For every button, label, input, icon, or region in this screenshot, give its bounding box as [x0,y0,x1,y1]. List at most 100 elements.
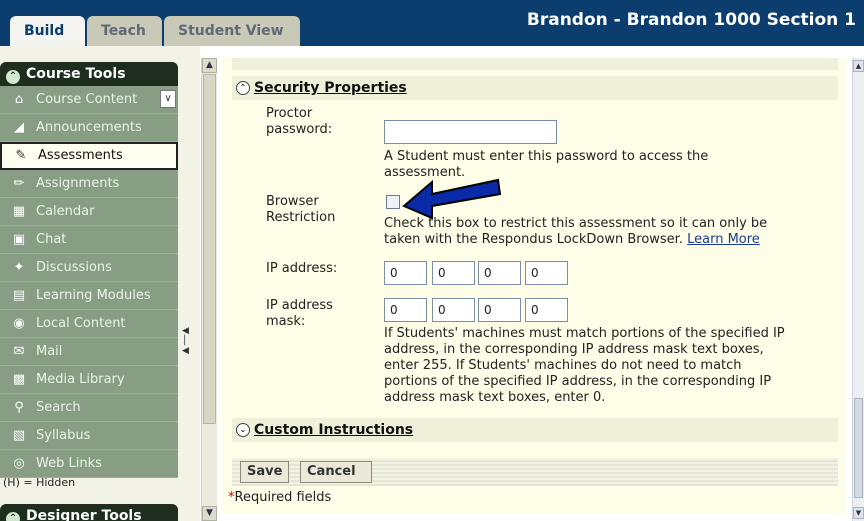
tab-build[interactable]: Build [10,16,85,46]
hidden-legend: (H) = Hidden [3,476,76,489]
course-title: Brandon - Brandon 1000 Section 1 [526,10,856,30]
mask-label-line-2: mask: [266,314,306,329]
sidebar-item-label: Discussions [36,260,112,275]
browser-restriction-checkbox[interactable] [386,195,400,209]
mask-label-line-1: IP address [266,298,333,313]
save-button[interactable]: Save [240,461,289,483]
sidebar-item-syllabus[interactable]: ▧ Syllabus [0,422,178,450]
scrollbar-thumb[interactable] [854,398,863,498]
sidebar-collapse-handle[interactable]: ◀ │ ◀ [182,326,194,376]
mask-desc-line: portions of the specified IP address, in… [384,374,772,389]
scrollbar-thumb[interactable] [203,74,216,424]
course-tools-header[interactable]: ⌃ Course Tools [0,62,178,86]
mask-octet-1-input[interactable]: 0 [384,298,427,322]
magnifier-icon: ⚲ [14,400,24,415]
sidebar-item-label: Calendar [36,204,95,219]
sidebar-item-calendar[interactable]: ▦ Calendar [0,198,178,226]
sidebar-item-assessments[interactable]: ✎ Assessments [0,142,178,170]
ip-mask-description: If Students' machines must match portion… [384,326,844,406]
sidebar-scrollbar[interactable]: ▲ ▼ [201,58,217,521]
sidebar-item-local-content[interactable]: ◉ Local Content [0,310,178,338]
cancel-button[interactable]: Cancel [300,461,372,483]
sidebar-item-label: Assessments [38,148,123,163]
mail-icon: ✉ [13,344,25,359]
previous-section-bar [232,58,838,70]
collapse-up-icon[interactable]: ⌃ [236,81,250,95]
designer-tools-header[interactable]: ⌃ Designer Tools [0,504,178,521]
mask-octet-3-input[interactable]: 0 [478,298,521,322]
megaphone-icon: ◢ [14,120,24,135]
course-tools-nav: ⌂ Course Content ∨ ◢ Announcements ✎ Ass… [0,86,178,478]
mask-desc-line: address mask text boxes, enter 0. [384,390,606,405]
mask-desc-line: enter 255. If Students' machines do not … [384,358,742,373]
proctor-password-input[interactable] [384,120,557,144]
browser-restriction-label: Browser Restriction [266,194,335,226]
ip-octet-4-input[interactable]: 0 [525,261,568,285]
modules-icon: ▤ [12,288,26,303]
disc-icon: ◉ [13,316,25,331]
browser-desc-line-1: Check this box to restrict this assessme… [384,216,768,231]
designer-tools-label: Designer Tools [26,508,142,521]
globe-icon: ◎ [13,456,25,471]
proctor-label-line-2: password: [266,122,333,137]
security-properties-title[interactable]: Security Properties [254,80,407,96]
sidebar-item-course-content[interactable]: ⌂ Course Content ∨ [0,86,178,114]
scroll-up-icon[interactable]: ▲ [853,60,864,72]
action-bar: Save Cancel [232,458,838,486]
ip-octet-2-input[interactable]: 0 [432,261,475,285]
mask-octet-2-input[interactable]: 0 [432,298,475,322]
mask-desc-line: If Students' machines must match portion… [384,326,785,341]
mask-octet-4-input[interactable]: 0 [525,298,568,322]
custom-instructions-header[interactable]: ⌄ Custom Instructions [232,418,838,442]
collapse-up-icon[interactable]: ⌃ [6,512,20,521]
scroll-up-icon[interactable]: ▲ [202,58,217,73]
required-fields-note: *Required fields [228,490,331,505]
custom-instructions-title[interactable]: Custom Instructions [254,422,413,438]
settings-panel: ⌃ Security Properties Proctor password: … [222,58,846,513]
sidebar-item-label: Course Content [36,92,138,107]
sidebar-item-media-library[interactable]: ▩ Media Library [0,366,178,394]
security-properties-header[interactable]: ⌃ Security Properties [232,76,838,100]
sidebar-item-announcements[interactable]: ◢ Announcements [0,114,178,142]
sidebar-item-label: Chat [36,232,67,247]
calendar-icon: ▦ [12,204,26,219]
proctor-label-line-1: Proctor [266,106,313,121]
chevron-down-icon[interactable]: ∨ [160,90,176,108]
sidebar: ⌃ Course Tools ⌂ Course Content ∨ ◢ Annou… [0,46,200,521]
ip-octet-1-input[interactable]: 0 [384,261,427,285]
sidebar-item-label: Search [36,400,81,415]
sidebar-item-web-links[interactable]: ◎ Web Links [0,450,178,478]
sidebar-item-learning-modules[interactable]: ▤ Learning Modules [0,282,178,310]
assessment-icon: ✎ [15,148,27,163]
sidebar-item-label: Learning Modules [36,288,151,303]
sidebar-item-label: Assignments [36,176,120,191]
sidebar-item-label: Mail [36,344,63,359]
browser-restriction-description: Check this box to restrict this assessme… [384,216,844,248]
proctor-password-label: Proctor password: [266,106,332,138]
scroll-down-icon[interactable]: ▼ [853,507,864,519]
sidebar-item-label: Local Content [36,316,126,331]
sidebar-item-label: Announcements [36,120,142,135]
scroll-down-icon[interactable]: ▼ [202,506,217,521]
required-text: Required fields [234,490,332,505]
sidebar-item-mail[interactable]: ✉ Mail [0,338,178,366]
top-bar: Build Teach Student View Brandon - Brand… [0,0,864,46]
tab-student-view[interactable]: Student View [164,16,300,46]
ip-octet-3-input[interactable]: 0 [478,261,521,285]
sidebar-item-discussions[interactable]: ✦ Discussions [0,254,178,282]
sidebar-item-assignments[interactable]: ✏ Assignments [0,170,178,198]
expand-down-icon[interactable]: ⌄ [236,423,250,437]
tab-teach[interactable]: Teach [87,16,162,46]
sidebar-item-chat[interactable]: ▣ Chat [0,226,178,254]
collapse-up-icon[interactable]: ⌃ [6,70,20,84]
pushpin-icon: ✦ [13,260,25,275]
learn-more-link[interactable]: Learn More [687,232,760,247]
mask-desc-line: address, in the corresponding IP address… [384,342,764,357]
ip-address-label: IP address: [266,261,338,276]
arrow-pointer-icon [402,178,502,220]
pencil-icon: ✏ [13,176,25,191]
browser-label-line-2: Restriction [266,210,336,225]
home-icon: ⌂ [14,92,24,107]
main-scrollbar[interactable]: ▲ ▼ [852,58,864,521]
sidebar-item-search[interactable]: ⚲ Search [0,394,178,422]
